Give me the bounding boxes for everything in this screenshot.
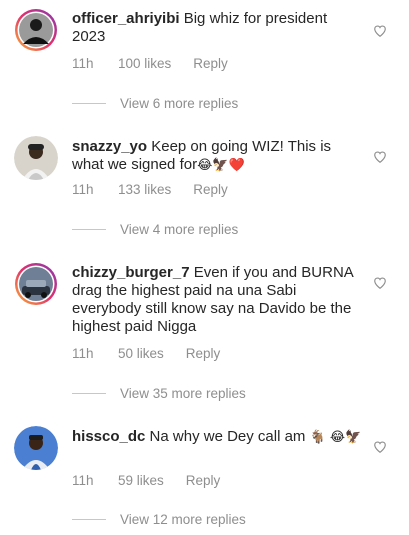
comment-body: Na why we Dey call am xyxy=(149,428,306,445)
avatar[interactable] xyxy=(14,8,58,52)
comment-emojis: 😂🦅❤️ xyxy=(197,158,245,173)
comment-username[interactable]: snazzy_yo xyxy=(72,138,147,155)
replies-divider xyxy=(72,393,106,394)
replies-divider xyxy=(72,229,106,230)
comment-time: 11h xyxy=(72,473,94,488)
view-more-replies-label[interactable]: View 4 more replies xyxy=(120,222,238,237)
avatar-image xyxy=(15,263,57,305)
view-more-replies-label[interactable]: View 6 more replies xyxy=(120,96,238,111)
comment-likes[interactable]: 133 likes xyxy=(118,182,171,197)
comment-meta: 11h 100 likes Reply xyxy=(72,56,228,71)
comment-likes[interactable]: 50 likes xyxy=(118,346,164,361)
avatar-image xyxy=(15,9,57,51)
view-more-replies-button[interactable]: View 12 more replies xyxy=(72,512,246,527)
comments-list: officer_ahriyibi Big whiz for president … xyxy=(0,0,409,535)
avatar[interactable] xyxy=(14,262,58,306)
avatar-image xyxy=(14,136,58,180)
view-more-replies-button[interactable]: View 35 more replies xyxy=(72,386,246,401)
comment-time: 11h xyxy=(72,182,94,197)
comment-likes[interactable]: 59 likes xyxy=(118,473,164,488)
comment-username[interactable]: chizzy_burger_7 xyxy=(72,264,190,281)
comment-text: snazzy_yo Keep on going WIZ! This is wha… xyxy=(72,138,364,175)
comment-time: 11h xyxy=(72,346,94,361)
comment-text: officer_ahriyibi Big whiz for president … xyxy=(72,10,364,46)
reply-button[interactable]: Reply xyxy=(186,473,221,488)
reply-button[interactable]: Reply xyxy=(193,182,228,197)
replies-divider xyxy=(72,519,106,520)
view-more-replies-label[interactable]: View 12 more replies xyxy=(120,512,246,527)
comment-username[interactable]: hissco_dc xyxy=(72,428,145,445)
view-more-replies-button[interactable]: View 6 more replies xyxy=(72,96,238,111)
view-more-replies-label[interactable]: View 35 more replies xyxy=(120,386,246,401)
avatar[interactable] xyxy=(14,426,58,470)
comment-meta: 11h 133 likes Reply xyxy=(72,182,228,197)
replies-divider xyxy=(72,103,106,104)
comment-likes[interactable]: 100 likes xyxy=(118,56,171,71)
like-heart-icon[interactable] xyxy=(373,150,387,164)
comment-meta: 11h 59 likes Reply xyxy=(72,473,220,488)
comment-emojis: 🐐 😂🦅 xyxy=(309,430,362,445)
reply-button[interactable]: Reply xyxy=(193,56,228,71)
comment-text: chizzy_burger_7 Even if you and BURNA dr… xyxy=(72,264,364,336)
comment-username[interactable]: officer_ahriyibi xyxy=(72,10,180,27)
comment-time: 11h xyxy=(72,56,94,71)
avatar[interactable] xyxy=(14,136,58,180)
view-more-replies-button[interactable]: View 4 more replies xyxy=(72,222,238,237)
like-heart-icon[interactable] xyxy=(373,440,387,454)
reply-button[interactable]: Reply xyxy=(186,346,221,361)
like-heart-icon[interactable] xyxy=(373,276,387,290)
comment-meta: 11h 50 likes Reply xyxy=(72,346,220,361)
like-heart-icon[interactable] xyxy=(373,24,387,38)
avatar-image xyxy=(14,426,58,470)
comment-text: hissco_dc Na why we Dey call am 🐐 😂🦅 xyxy=(72,428,364,447)
